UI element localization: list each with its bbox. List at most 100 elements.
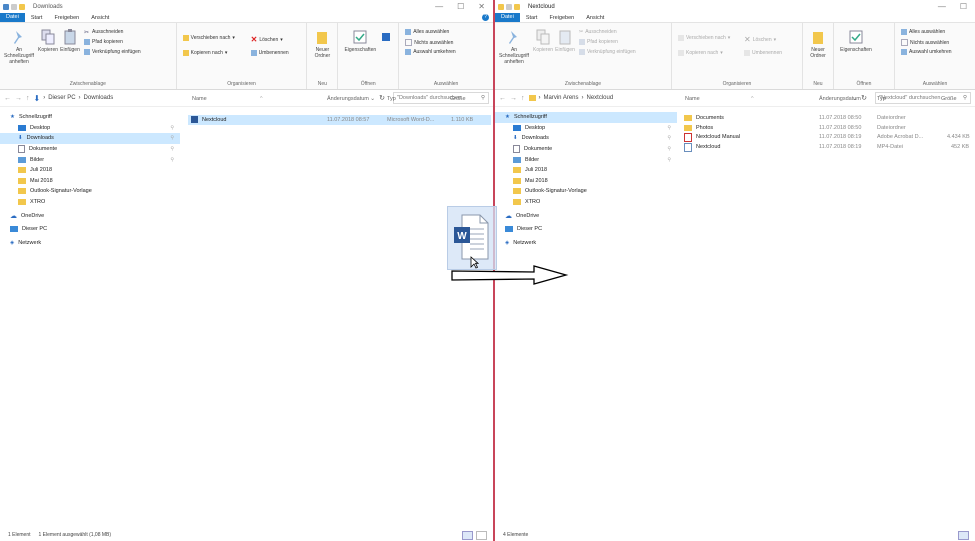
select-all-button[interactable]: Alles auswählen [901, 29, 945, 35]
nav-item-network[interactable]: ◈ Netzwerk [495, 238, 677, 249]
nav-item-onedrive[interactable]: ☁ OneDrive [495, 210, 677, 221]
invert-selection-button[interactable]: Auswahl umkehren [901, 49, 952, 55]
minimize-button[interactable]: — [435, 2, 443, 11]
tiles-view-button[interactable] [476, 530, 487, 540]
nav-item-folder[interactable]: Mai 2018 [0, 176, 180, 187]
nav-item-folder[interactable]: Outlook-Signatur-Vorlage [0, 186, 180, 197]
pin-icon[interactable]: ⚲ [667, 125, 671, 131]
nav-item-folder[interactable]: Juli 2018 [0, 165, 180, 176]
copy-path-button[interactable]: Pfad kopieren [579, 39, 618, 45]
file-row[interactable]: Photos 11.07.2018 08:50 Dateiordner [681, 123, 975, 133]
tab-freigeben[interactable]: Freigeben [543, 15, 580, 21]
new-folder-button[interactable]: Neuer Ordner [309, 29, 335, 59]
nav-item-downloads[interactable]: ⬇ Downloads ⚲ [0, 133, 180, 144]
cut-button[interactable]: ✂ Ausschneiden [84, 29, 123, 36]
move-to-button[interactable]: Verschieben nach ▾ [182, 35, 235, 41]
back-arrow-icon[interactable]: ← [499, 95, 506, 102]
properties-button[interactable]: Eigenschaften [838, 29, 874, 53]
delete-button[interactable]: ✕ Löschen ▾ [744, 35, 776, 44]
tab-start[interactable]: Start [520, 15, 544, 21]
invert-selection-button[interactable]: Auswahl umkehren [405, 49, 456, 55]
nav-item-folder[interactable]: XTRO [495, 197, 677, 208]
nav-item-network[interactable]: ◈ Netzwerk [0, 238, 180, 249]
help-icon[interactable]: ? [482, 14, 489, 21]
nav-item-folder[interactable]: Mai 2018 [495, 176, 677, 187]
rename-button[interactable]: Umbenennen [250, 50, 289, 56]
paste-shortcut-button[interactable]: Verknüpfung einfügen [84, 49, 141, 55]
paste-button[interactable]: Einfügen [554, 29, 576, 53]
move-to-button[interactable]: Verschieben nach ▾ [678, 35, 730, 41]
select-none-button[interactable]: Nichts auswählen [901, 39, 949, 46]
pin-icon[interactable]: ⚲ [667, 135, 671, 141]
nav-item-quick-access[interactable]: ★ Schnellzugriff [495, 112, 677, 123]
select-all-button[interactable]: Alles auswählen [405, 29, 449, 35]
column-header-name[interactable]: Name [685, 96, 700, 102]
breadcrumb[interactable]: › Marvin Arens › Nextcloud [528, 95, 614, 101]
copy-path-button[interactable]: Pfad kopieren [84, 39, 123, 45]
breadcrumb[interactable]: ⬇ › Dieser PC › Downloads [34, 94, 114, 103]
nav-item-pictures[interactable]: Bilder ⚲ [495, 154, 677, 165]
nav-item-documents[interactable]: Dokumente ⚲ [0, 144, 180, 155]
breadcrumb-item[interactable]: Dieser PC [48, 95, 75, 101]
tab-datei[interactable]: Datei [495, 13, 520, 22]
tab-ansicht[interactable]: Ansicht [85, 15, 115, 21]
open-icon[interactable] [382, 33, 391, 41]
details-view-button[interactable] [958, 530, 969, 540]
paste-shortcut-button[interactable]: Verknüpfung einfügen [579, 49, 636, 55]
paste-button[interactable]: Einfügen [59, 29, 81, 53]
properties-button[interactable]: Eigenschaften [342, 29, 378, 53]
pin-icon[interactable]: ⚲ [170, 146, 174, 152]
select-none-button[interactable]: Nichts auswählen [405, 39, 453, 46]
forward-arrow-icon[interactable]: → [510, 95, 517, 102]
pin-icon[interactable]: ⚲ [170, 135, 174, 141]
forward-arrow-icon[interactable]: → [15, 95, 22, 102]
nav-item-downloads[interactable]: ⬇ Downloads ⚲ [495, 133, 677, 144]
undo-icon[interactable] [11, 3, 17, 10]
nav-item-folder[interactable]: XTRO [0, 197, 180, 208]
delete-button[interactable]: ✕ Löschen ▾ [251, 35, 283, 44]
tab-datei[interactable]: Datei [0, 13, 25, 22]
up-arrow-icon[interactable]: ↑ [26, 95, 30, 102]
pin-icon[interactable]: ⚲ [667, 157, 671, 163]
column-header-type[interactable]: Typ [877, 96, 886, 102]
tab-start[interactable]: Start [25, 15, 49, 21]
back-arrow-icon[interactable]: ← [4, 95, 11, 102]
file-row[interactable]: Nextcloud Manual 11.07.2018 08:19 Adobe … [681, 132, 975, 143]
copy-to-button[interactable]: Kopieren nach ▾ [182, 50, 227, 56]
close-button[interactable]: ✕ [478, 2, 485, 11]
copy-button[interactable]: Kopieren [532, 29, 554, 53]
nav-item-desktop[interactable]: Desktop ⚲ [0, 123, 180, 134]
undo-icon[interactable] [506, 3, 512, 10]
file-row[interactable]: Documents 11.07.2018 08:50 Dateiordner [681, 113, 975, 123]
pin-icon[interactable]: ⚲ [667, 146, 671, 152]
breadcrumb-item[interactable]: Downloads [84, 95, 114, 101]
nav-item-this-pc[interactable]: Dieser PC [0, 224, 180, 235]
pin-quick-access-button[interactable]: An Schnellzugriff anheften [2, 29, 36, 65]
tab-freigeben[interactable]: Freigeben [48, 15, 85, 21]
column-header-date[interactable]: Änderungsdatum [819, 96, 861, 102]
cut-button[interactable]: ✂ Ausschneiden [579, 29, 617, 35]
details-view-button[interactable] [462, 530, 473, 540]
minimize-button[interactable]: — [938, 2, 946, 11]
nav-item-folder[interactable]: Juli 2018 [495, 165, 677, 176]
column-header-name[interactable]: Name [192, 96, 207, 102]
up-arrow-icon[interactable]: ↑ [521, 95, 525, 102]
pin-icon[interactable]: ⚲ [170, 157, 174, 163]
copy-to-button[interactable]: Kopieren nach ▾ [678, 50, 723, 56]
quick-access-icon[interactable] [3, 3, 9, 10]
column-header-size[interactable]: Größe [450, 96, 466, 102]
nav-item-documents[interactable]: Dokumente ⚲ [495, 144, 677, 155]
maximize-button[interactable]: ☐ [960, 2, 967, 11]
pin-icon[interactable]: ⚲ [170, 125, 174, 131]
file-row[interactable]: Nextcloud 11.07.2018 08:57 Microsoft Wor… [188, 115, 491, 125]
maximize-button[interactable]: ☐ [457, 2, 464, 11]
quick-access-icon[interactable] [498, 3, 504, 10]
breadcrumb-item[interactable]: Marvin Arens [544, 95, 579, 101]
new-folder-button[interactable]: Neuer Ordner [805, 29, 831, 59]
breadcrumb-item[interactable]: Nextcloud [587, 95, 614, 101]
rename-button[interactable]: Umbenennen [744, 50, 782, 56]
column-header-size[interactable]: Größe [941, 96, 957, 102]
pin-quick-access-button[interactable]: An Schnellzugriff anheften [497, 29, 531, 65]
nav-item-onedrive[interactable]: ☁ OneDrive [0, 210, 180, 221]
nav-item-quick-access[interactable]: ★ Schnellzugriff [0, 112, 180, 123]
